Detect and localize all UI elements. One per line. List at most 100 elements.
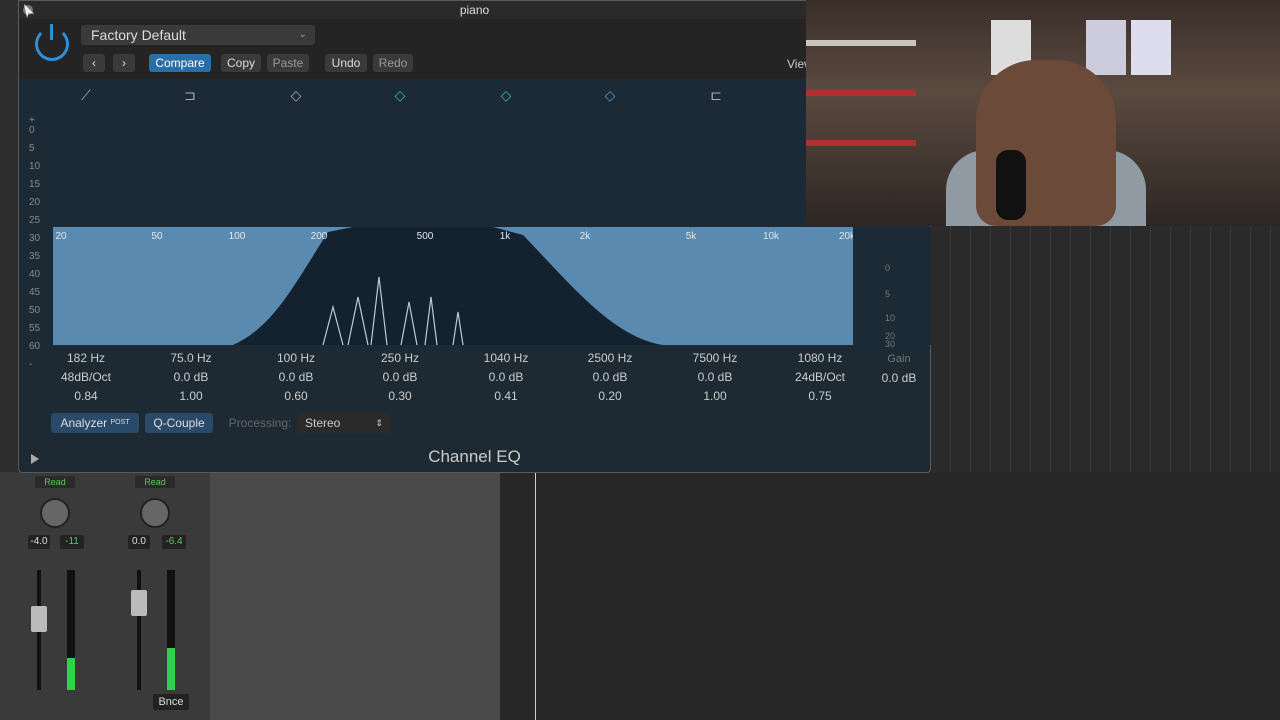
- band-gain-value[interactable]: 0.0 dB: [670, 370, 760, 384]
- next-preset-button[interactable]: ›: [113, 54, 135, 72]
- undo-button[interactable]: Undo: [325, 54, 367, 72]
- poster: [1131, 20, 1171, 75]
- processing-label: Processing:: [228, 416, 292, 430]
- gain-value[interactable]: 0.0 dB: [869, 371, 929, 385]
- db-scale-label: 30: [29, 233, 41, 244]
- db-scale-label: +: [29, 115, 35, 126]
- high-shelf-band-icon[interactable]: ⊏: [705, 87, 727, 107]
- gain-scale-label: 0: [885, 263, 891, 273]
- db-scale: +0 5 10 15 20 25 30 35 40 45 50 55 60-: [29, 115, 49, 377]
- compare-button[interactable]: Compare: [149, 54, 211, 72]
- poster: [1086, 20, 1126, 75]
- bell-band-icon[interactable]: ◇: [495, 87, 517, 107]
- window-titlebar[interactable]: piano: [19, 1, 930, 19]
- volume-readout: -4.0: [28, 535, 50, 549]
- band-gain-value[interactable]: 48dB/Oct: [41, 370, 131, 384]
- analyzer-mode: POST: [110, 419, 130, 426]
- previous-preset-button[interactable]: ‹: [83, 54, 105, 72]
- volume-fader[interactable]: [131, 590, 147, 616]
- low-shelf-band-icon[interactable]: ⊐: [179, 87, 201, 107]
- chevron-down-icon: ⌄: [298, 29, 307, 40]
- band-freq-value[interactable]: 100 Hz: [251, 351, 341, 365]
- processing-select[interactable]: Stereo ⇕: [297, 413, 391, 433]
- highpass-band-icon[interactable]: ⟋: [75, 87, 97, 107]
- band-freq-value[interactable]: 250 Hz: [355, 351, 445, 365]
- frequency-label: 1k: [500, 231, 512, 242]
- microphone: [996, 150, 1026, 220]
- band-gain-value[interactable]: 24dB/Oct: [775, 370, 865, 384]
- plugin-name: Channel EQ: [428, 447, 521, 466]
- bell-band-icon[interactable]: ◇: [599, 87, 621, 107]
- plugin-header: Factory Default ⌄ ‹ › Compare Copy Paste…: [19, 19, 930, 79]
- band-freq-value[interactable]: 1080 Hz: [775, 351, 865, 365]
- gain-scale-label: 5: [885, 289, 891, 299]
- band-freq-value[interactable]: 1040 Hz: [461, 351, 551, 365]
- frequency-label: 10k: [763, 231, 780, 242]
- chevron-left-icon: ‹: [92, 56, 96, 70]
- q-couple-button[interactable]: Q-Couple: [145, 413, 213, 433]
- copy-button[interactable]: Copy: [221, 54, 261, 72]
- playhead[interactable]: [535, 472, 536, 720]
- bell-band-icon[interactable]: ◇: [285, 87, 307, 107]
- eq-curve-display[interactable]: 20 50 100 200 500 1k 2k 5k 10k 20k: [53, 227, 853, 345]
- automation-mode-button[interactable]: Read: [135, 476, 175, 488]
- automation-mode-button[interactable]: Read: [35, 476, 75, 488]
- bell-band-icon[interactable]: ◇: [389, 87, 411, 107]
- db-scale-label: 45: [29, 287, 41, 298]
- level-meter: [167, 570, 175, 690]
- band-gain-value[interactable]: 0.0 dB: [461, 370, 551, 384]
- band-q-value[interactable]: 0.20: [565, 389, 655, 403]
- band-gain-value[interactable]: 0.0 dB: [251, 370, 341, 384]
- peak-readout: -11: [60, 535, 84, 549]
- bounce-button[interactable]: Bnce: [153, 694, 189, 710]
- band-gain-value[interactable]: 0.0 dB: [355, 370, 445, 384]
- level-meter: [67, 570, 75, 690]
- power-icon[interactable]: [35, 24, 69, 61]
- level-meter-fill: [167, 648, 175, 690]
- db-scale-label: 10: [29, 161, 41, 172]
- pan-knob[interactable]: [40, 498, 70, 528]
- db-scale-label: 20: [29, 197, 41, 208]
- frequency-label: 500: [417, 231, 434, 242]
- band-freq-value[interactable]: 75.0 Hz: [146, 351, 236, 365]
- band-q-value[interactable]: 1.00: [670, 389, 760, 403]
- db-scale-label: 35: [29, 251, 41, 262]
- chevron-right-icon: ›: [122, 56, 126, 70]
- channel-strip-2: Read: [135, 476, 195, 528]
- band-q-value[interactable]: 0.30: [355, 389, 445, 403]
- gain-scale-label: 30: [885, 339, 896, 349]
- frequency-label: 50: [151, 231, 163, 242]
- band-q-value[interactable]: 0.41: [461, 389, 551, 403]
- band-q-value[interactable]: 0.84: [41, 389, 131, 403]
- band-gain-value[interactable]: 0.0 dB: [146, 370, 236, 384]
- tracks-area[interactable]: [500, 472, 1280, 720]
- band-freq-value[interactable]: 7500 Hz: [670, 351, 760, 365]
- fader-track[interactable]: [137, 570, 141, 690]
- band-gain-value[interactable]: 0.0 dB: [565, 370, 655, 384]
- volume-fader[interactable]: [31, 606, 47, 632]
- band-q-value[interactable]: 1.00: [146, 389, 236, 403]
- band-q-value[interactable]: 0.75: [775, 389, 865, 403]
- analyzer-button[interactable]: Analyzer POST: [51, 413, 139, 433]
- paste-button[interactable]: Paste: [267, 54, 309, 72]
- gain-scale: 0 5 10 20 30: [853, 227, 931, 349]
- band-q-value[interactable]: 0.60: [251, 389, 341, 403]
- band-freq-value[interactable]: 2500 Hz: [565, 351, 655, 365]
- webcam-overlay: [806, 0, 1280, 226]
- eq-display[interactable]: ⟋ ⊐ ◇ ◇ ◇ ◇ ⊏ +0 5 10 15 20 25 30 35 40 45 50 55 60-…: [19, 79, 931, 370]
- preset-dropdown[interactable]: Factory Default ⌄: [81, 25, 315, 45]
- db-scale-label: 25: [29, 215, 41, 226]
- db-scale-label: 40: [29, 269, 41, 280]
- level-meter-fill: [67, 658, 75, 690]
- frequency-label: 2k: [580, 231, 592, 242]
- pan-knob[interactable]: [140, 498, 170, 528]
- processing-value: Stereo: [305, 416, 341, 430]
- preset-label: Factory Default: [91, 27, 186, 43]
- window-title: piano: [459, 3, 490, 17]
- redo-button[interactable]: Redo: [373, 54, 413, 72]
- shelf: [806, 140, 916, 146]
- band-freq-value[interactable]: 182 Hz: [41, 351, 131, 365]
- arrange-grid[interactable]: [930, 226, 1280, 480]
- analyzer-label: Analyzer: [60, 416, 108, 430]
- frequency-label: 100: [229, 231, 246, 242]
